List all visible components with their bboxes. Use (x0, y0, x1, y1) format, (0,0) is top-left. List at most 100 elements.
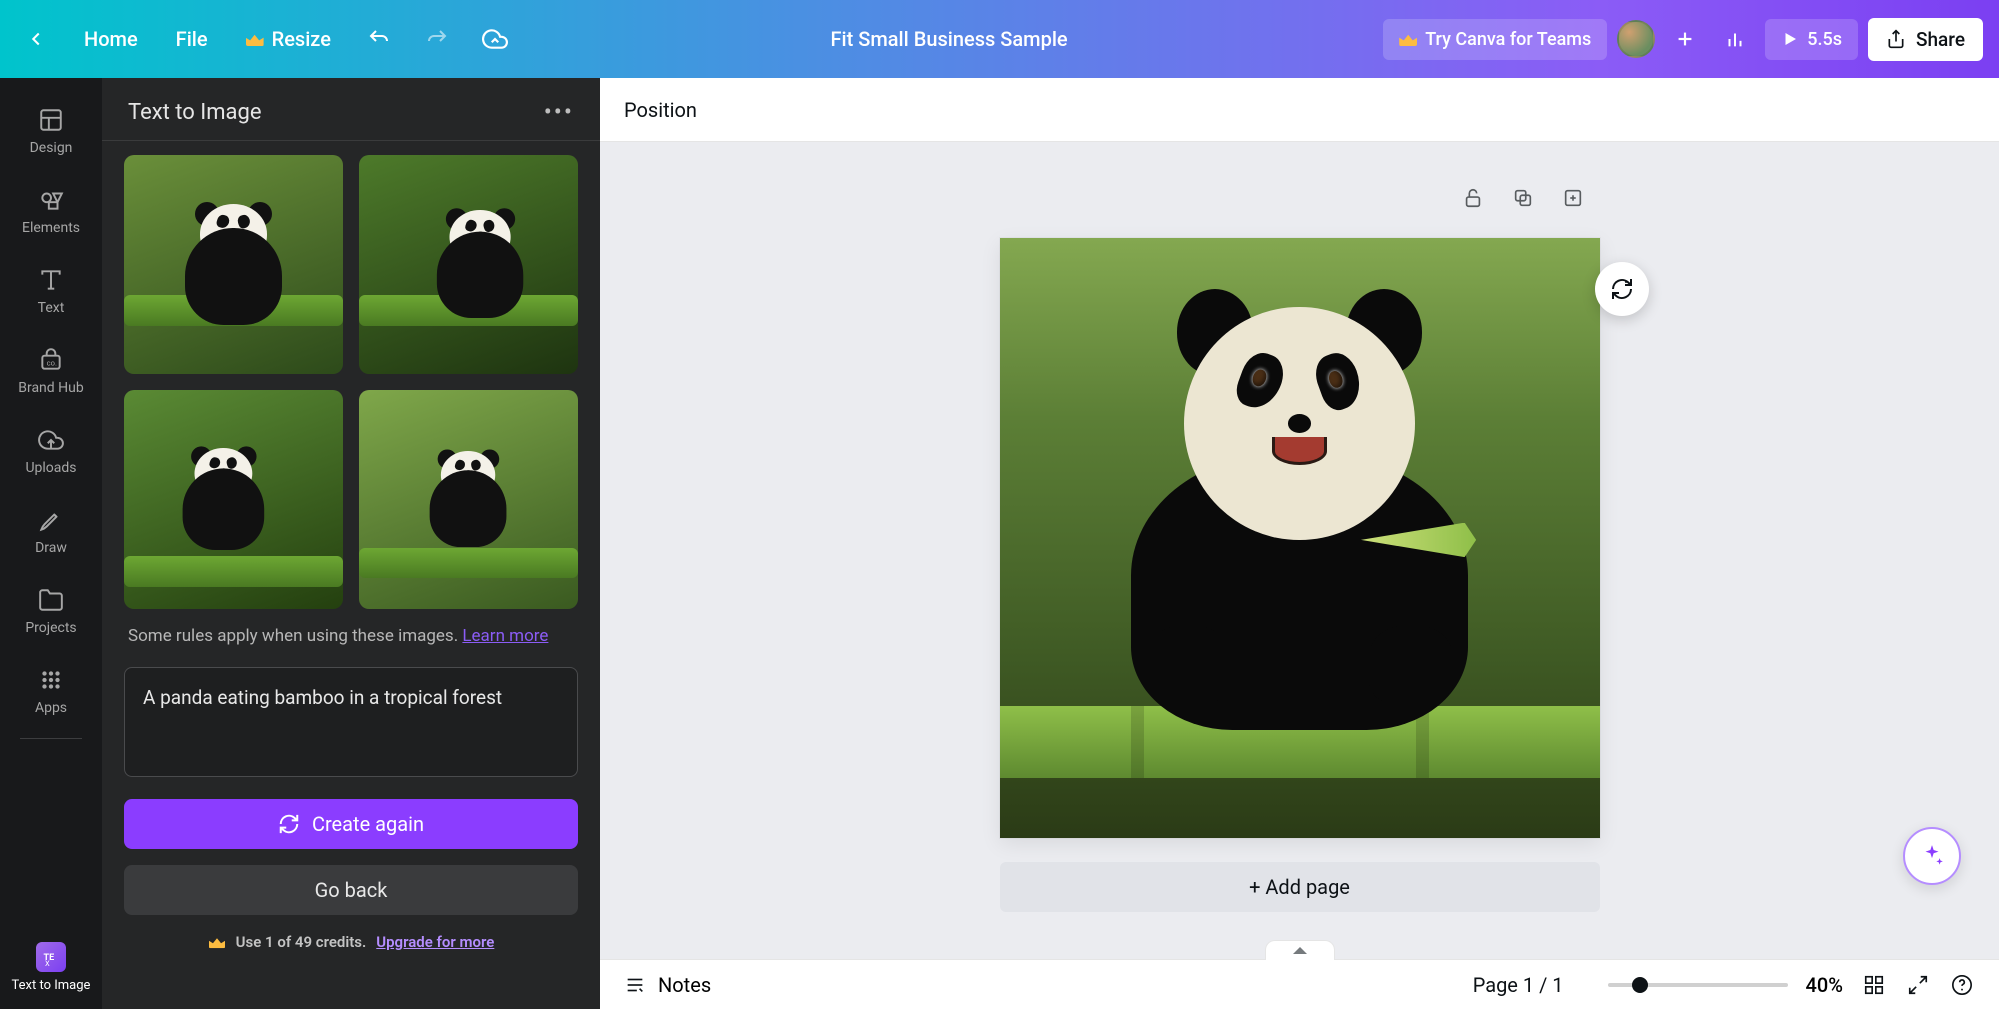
file-label: File (176, 27, 208, 51)
layout-icon (37, 106, 65, 134)
rail-item-projects[interactable]: Projects (0, 574, 102, 648)
add-page-label: + Add page (1249, 875, 1350, 899)
page-toolbar (1457, 182, 1589, 214)
regenerate-fab[interactable] (1595, 262, 1649, 316)
rules-notice: Some rules apply when using these images… (102, 609, 600, 649)
go-back-button[interactable]: Go back (124, 865, 578, 915)
canvas-area[interactable]: + Add page (600, 142, 1999, 959)
rail-item-apps[interactable]: Apps (0, 654, 102, 728)
zoom-percentage[interactable]: 40% (1806, 973, 1843, 997)
text-to-image-panel: Text to Image ••• Some rules apply when … (102, 78, 600, 1009)
credits-line: Use 1 of 49 credits. Upgrade for more (102, 933, 600, 951)
learn-more-link[interactable]: Learn more (462, 626, 548, 646)
document-title[interactable]: Fit Small Business Sample (831, 27, 1068, 51)
add-page-button[interactable]: + Add page (1000, 862, 1600, 912)
app-header: Home File Resize Fit Small Business Samp… (0, 0, 1999, 78)
rail-item-draw[interactable]: Draw (0, 494, 102, 568)
generated-image-3[interactable] (124, 390, 343, 609)
credits-text: Use 1 of 49 credits. (236, 933, 367, 951)
brand-icon: co. (37, 346, 65, 374)
magic-fab[interactable] (1903, 827, 1961, 885)
fullscreen-button[interactable] (1905, 972, 1931, 998)
rail-item-text-to-image[interactable]: TEX Text to Image (0, 932, 102, 1003)
notes-button[interactable]: Notes (624, 973, 711, 997)
cloud-sync-icon[interactable] (475, 19, 515, 59)
editor-toolbar: Position (600, 78, 1999, 142)
grid-view-button[interactable] (1861, 972, 1887, 998)
rail-label: Brand Hub (18, 380, 83, 396)
home-label: Home (84, 27, 138, 51)
rail-item-text[interactable]: Text (0, 254, 102, 328)
expand-pages-tab[interactable] (1265, 940, 1335, 960)
editor-area: Position (600, 78, 1999, 1009)
rail-label: Projects (25, 620, 76, 636)
generated-image-2[interactable] (359, 155, 578, 374)
help-button[interactable] (1949, 972, 1975, 998)
user-avatar[interactable] (1617, 20, 1655, 58)
page-counter[interactable]: Page 1 / 1 (1473, 973, 1564, 997)
panel-header: Text to Image ••• (102, 78, 600, 140)
notes-label: Notes (658, 973, 711, 997)
text-icon (37, 266, 65, 294)
present-time-label: 5.5s (1807, 29, 1842, 50)
rail-label: Elements (22, 220, 80, 236)
resize-label: Resize (272, 27, 331, 51)
folder-icon (37, 586, 65, 614)
panel-divider (102, 140, 600, 141)
panel-title: Text to Image (128, 100, 262, 125)
rail-label: Design (30, 140, 73, 156)
add-member-button[interactable] (1665, 19, 1705, 59)
share-button[interactable]: Share (1868, 18, 1983, 61)
zoom-slider[interactable] (1608, 983, 1788, 987)
text-to-image-icon: TEX (36, 942, 66, 972)
status-bar: Notes Page 1 / 1 40% (600, 959, 1999, 1009)
create-again-button[interactable]: Create again (124, 799, 578, 849)
cloud-upload-icon (37, 426, 65, 454)
header-center: Fit Small Business Sample (523, 27, 1375, 51)
panel-more-button[interactable]: ••• (544, 98, 574, 126)
share-label: Share (1916, 28, 1965, 51)
rail-label: Apps (35, 700, 67, 716)
generated-image-grid (102, 155, 600, 609)
add-page-icon-button[interactable] (1557, 182, 1589, 214)
try-teams-button[interactable]: Try Canva for Teams (1383, 19, 1607, 60)
pen-icon (37, 506, 65, 534)
go-back-label: Go back (315, 878, 388, 902)
crown-icon (1399, 32, 1417, 46)
canvas-image (1000, 238, 1600, 838)
header-right-group: Try Canva for Teams 5.5s Share (1383, 18, 1983, 61)
zoom-controls: 40% (1608, 972, 1975, 998)
back-icon[interactable] (16, 19, 56, 59)
svg-text:co.: co. (47, 358, 57, 367)
left-rail: Design Elements Text co. Brand Hub Uploa… (0, 78, 102, 1009)
rail-label: Draw (35, 540, 67, 556)
duplicate-page-button[interactable] (1507, 182, 1539, 214)
create-again-label: Create again (312, 812, 424, 836)
upgrade-link[interactable]: Upgrade for more (376, 933, 494, 951)
generated-image-4[interactable] (359, 390, 578, 609)
header-left-group: Home File Resize (16, 19, 515, 59)
redo-button[interactable] (417, 19, 457, 59)
crown-icon (246, 32, 264, 46)
present-button[interactable]: 5.5s (1765, 19, 1858, 60)
rail-label: Uploads (25, 460, 76, 476)
rules-text-prefix: Some rules apply when using these images… (128, 626, 462, 646)
undo-button[interactable] (359, 19, 399, 59)
lock-page-button[interactable] (1457, 182, 1489, 214)
file-menu[interactable]: File (166, 21, 218, 57)
rail-item-elements[interactable]: Elements (0, 174, 102, 248)
rail-item-brandhub[interactable]: co. Brand Hub (0, 334, 102, 408)
resize-menu[interactable]: Resize (236, 21, 341, 57)
prompt-textarea[interactable]: A panda eating bamboo in a tropical fore… (124, 667, 578, 777)
generated-image-1[interactable] (124, 155, 343, 374)
rail-item-uploads[interactable]: Uploads (0, 414, 102, 488)
rail-item-design[interactable]: Design (0, 94, 102, 168)
crown-icon (209, 935, 225, 948)
home-button[interactable]: Home (74, 21, 148, 57)
shapes-icon (37, 186, 65, 214)
position-button[interactable]: Position (624, 98, 697, 122)
canvas-page-1[interactable] (1000, 238, 1600, 838)
try-teams-label: Try Canva for Teams (1425, 29, 1591, 50)
rail-label: Text (38, 300, 65, 316)
insights-button[interactable] (1715, 19, 1755, 59)
